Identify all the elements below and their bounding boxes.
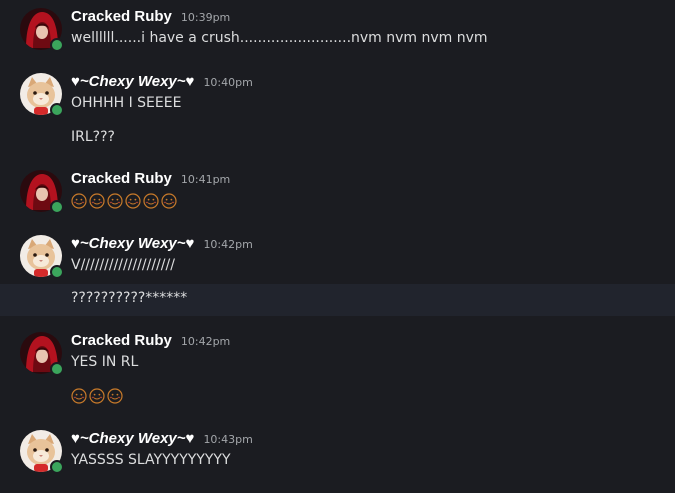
message-text: ??????????****** [71,290,188,306]
emoji-message [71,388,123,404]
timestamp[interactable]: 10:40pm [203,76,252,89]
timestamp[interactable]: 10:42pm [181,335,230,348]
blushing-face-emoji[interactable] [107,193,123,209]
blushing-face-emoji[interactable] [107,388,123,404]
blushing-face-emoji[interactable] [125,193,141,209]
online-status-indicator [50,265,64,279]
blushing-face-emoji[interactable] [143,193,159,209]
avatar[interactable] [20,332,64,376]
avatar[interactable] [20,170,64,214]
message-text: V//////////////////// [71,257,175,273]
chat-message-list: Cracked Ruby 10:39pm wellllll......i hav… [0,0,675,493]
online-status-indicator [50,38,64,52]
message-header: Cracked Ruby 10:41pm [71,170,230,190]
blushing-face-emoji[interactable] [161,193,177,209]
username[interactable]: ♥~Chexy Wexy~♥ [71,430,194,447]
blushing-face-emoji[interactable] [71,388,87,404]
message-text: IRL??? [71,129,115,145]
blushing-face-emoji[interactable] [89,388,105,404]
message-text: wellllll......i have a crush............… [71,30,488,46]
message-text: YES IN RL [71,354,139,370]
message-header: Cracked Ruby 10:42pm [71,332,230,352]
emoji-message [71,193,177,209]
avatar[interactable] [20,430,64,474]
online-status-indicator [50,362,64,376]
timestamp[interactable]: 10:42pm [203,238,252,251]
timestamp[interactable]: 10:41pm [181,173,230,186]
message-header: ♥~Chexy Wexy~♥ 10:42pm [71,235,253,255]
blushing-face-emoji[interactable] [71,193,87,209]
message-header: Cracked Ruby 10:39pm [71,8,230,28]
username[interactable]: ♥~Chexy Wexy~♥ [71,235,194,252]
blushing-face-emoji[interactable] [89,193,105,209]
username[interactable]: Cracked Ruby [71,8,172,25]
avatar[interactable] [20,235,64,279]
username[interactable]: ♥~Chexy Wexy~♥ [71,73,194,90]
avatar[interactable] [20,73,64,117]
message-text: YASSSS SLAYYYYYYYYY [71,452,231,468]
timestamp[interactable]: 10:43pm [203,433,252,446]
username[interactable]: Cracked Ruby [71,332,172,349]
online-status-indicator [50,460,64,474]
username[interactable]: Cracked Ruby [71,170,172,187]
online-status-indicator [50,103,64,117]
timestamp[interactable]: 10:39pm [181,11,230,24]
message-header: ♥~Chexy Wexy~♥ 10:40pm [71,73,253,93]
message-header: ♥~Chexy Wexy~♥ 10:43pm [71,430,253,450]
online-status-indicator [50,200,64,214]
avatar[interactable] [20,8,64,52]
message-text: OHHHH I SEEEE [71,95,182,111]
